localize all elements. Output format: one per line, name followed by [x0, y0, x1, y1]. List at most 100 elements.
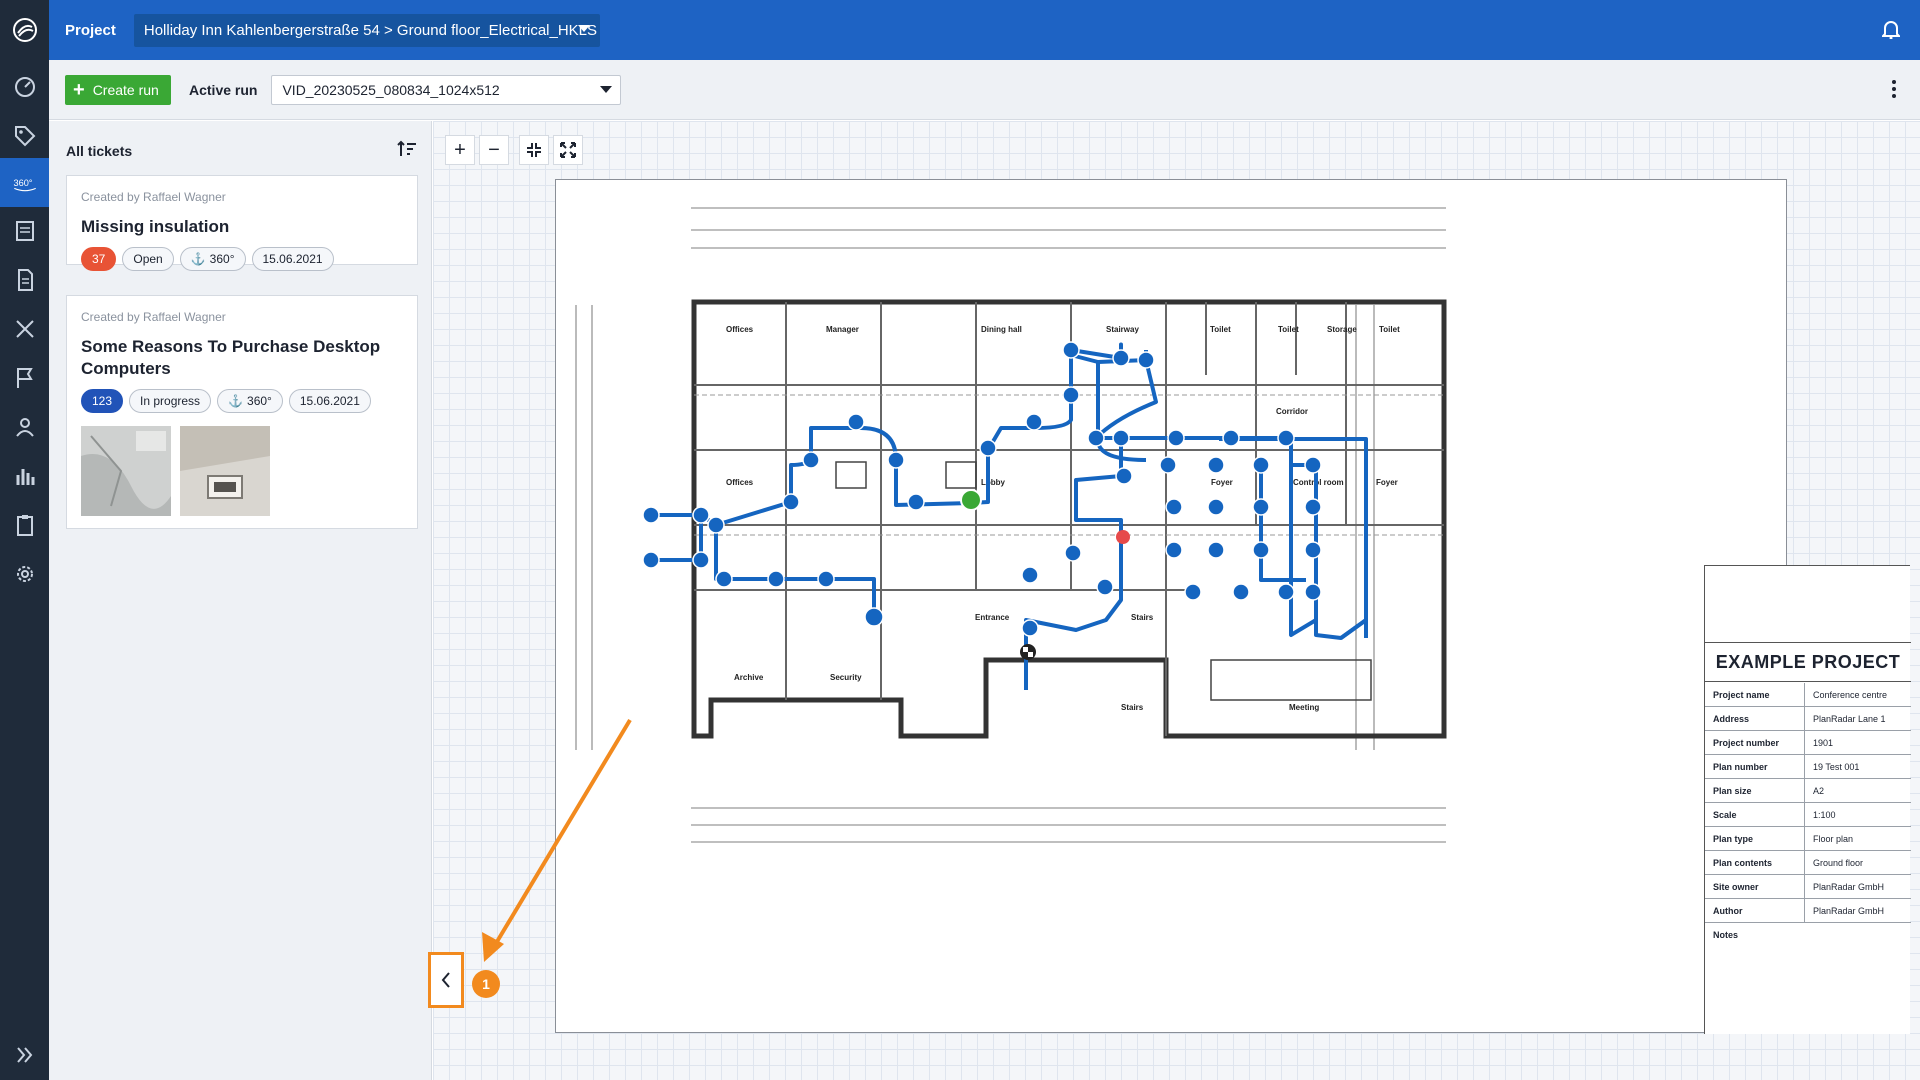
date-badge: 15.06.2021 [288, 389, 371, 413]
current-position-marker [960, 489, 982, 511]
rail-tickets[interactable] [0, 111, 49, 160]
rail-reports[interactable] [0, 500, 49, 549]
room-label: Toilet [1379, 325, 1400, 334]
title-block-row: Author PlanRadar GmbH [1705, 898, 1911, 923]
plus-icon: + [454, 138, 466, 161]
expand-sidebar-button[interactable] [0, 1040, 49, 1070]
user-icon [15, 417, 34, 437]
create-run-label: Create run [92, 81, 159, 98]
room-label: Dining hall [981, 325, 1022, 334]
rail-plans[interactable] [0, 206, 49, 255]
finish-marker [1020, 644, 1036, 660]
ticket-creator: Created by Raffael Wagner [81, 190, 226, 204]
title-block: EXAMPLE PROJECT Project name Conference c… [1704, 565, 1911, 1034]
status-badge: Open [122, 247, 174, 271]
document-icon [17, 268, 33, 291]
project-heading: EXAMPLE PROJECT [1705, 642, 1911, 682]
room-label: Lobby [981, 478, 1006, 487]
fullscreen-button[interactable] [553, 135, 583, 165]
room-label: Entrance [975, 613, 1010, 622]
ticket-title: Missing insulation [81, 217, 230, 236]
project-path: Holliday Inn Kahlenbergerstraße 54 > Gro… [143, 21, 598, 39]
room-label: Control room [1293, 478, 1344, 487]
ticket-number-badge: 37 [81, 247, 117, 271]
rail-users[interactable] [0, 402, 49, 451]
bar-chart-icon [16, 468, 34, 485]
ticket-type-label: 360° [247, 394, 272, 408]
room-label: Corridor [1276, 407, 1308, 416]
tools-icon [15, 319, 34, 338]
top-bar: Project Holliday Inn Kahlenbergerstraße … [49, 0, 1920, 60]
step-badge: 1 [472, 970, 500, 998]
sort-icon[interactable] [397, 140, 417, 158]
plan-viewer[interactable]: + − Offices Manager Dining hall Stairway… [433, 121, 1920, 1080]
flag-map-icon [16, 367, 33, 388]
ticket-card[interactable]: Created by Raffael Wagner Some Reasons T… [66, 295, 418, 529]
room-label: Offices [726, 478, 754, 487]
room-label: Meeting [1289, 703, 1319, 712]
zoom-out-button[interactable]: − [479, 135, 509, 165]
room-label: Stairs [1131, 613, 1154, 622]
room-label: Storage [1327, 325, 1357, 334]
ticket-photo[interactable] [180, 426, 270, 516]
fit-screen-button[interactable] [519, 135, 549, 165]
ticket-chips: 37 Open ⚓ 360° 15.06.2021 [81, 247, 334, 271]
project-select[interactable]: Holliday Inn Kahlenbergerstraße 54 > Gro… [133, 13, 600, 47]
tickets-panel: All tickets Created by Raffael Wagner Mi… [49, 121, 432, 1080]
ticket-type-badge: ⚓ 360° [179, 247, 246, 271]
create-run-button[interactable]: + Create run [65, 74, 171, 105]
room-label: Offices [726, 325, 754, 334]
bell-icon[interactable] [1882, 19, 1900, 39]
chevron-left-icon [441, 972, 450, 988]
title-block-row: Address PlanRadar Lane 1 [1705, 706, 1911, 731]
anchor-icon: ⚓ [228, 394, 244, 408]
title-block-row: Project name Conference centre [1705, 682, 1911, 707]
collapse-panel-button[interactable] [428, 952, 464, 1008]
app-logo[interactable] [0, 0, 49, 60]
title-block-row: Project number 1901 [1705, 730, 1911, 755]
active-run-select[interactable]: VID_20230525_080834_1024x512 [271, 74, 622, 105]
status-badge: In progress [129, 389, 212, 413]
ticket-type-label: 360° [209, 252, 235, 266]
rail-statistics[interactable] [0, 451, 49, 500]
room-label: Foyer [1376, 478, 1398, 487]
rail-map[interactable] [0, 353, 49, 402]
chevron-down-icon [577, 24, 590, 32]
project-label: Project [65, 21, 116, 39]
plan-sheet: Offices Manager Dining hall Stairway Toi… [555, 179, 1911, 1034]
floor-plan-drawing: Offices Manager Dining hall Stairway Toi… [575, 207, 1447, 843]
title-block-row: Site owner PlanRadar GmbH [1705, 874, 1911, 899]
more-options-icon[interactable] [1892, 80, 1896, 101]
room-label: Stairs [1121, 703, 1144, 712]
room-label: Security [830, 673, 862, 682]
active-run-value: VID_20230525_080834_1024x512 [282, 81, 500, 98]
zoom-toolbar: + − [445, 135, 583, 165]
ticket-title: Some Reasons To Purchase Desktop Compute… [81, 337, 381, 378]
plan-icon [15, 220, 34, 241]
title-block-row: Notes [1713, 930, 1739, 940]
date-badge: 15.06.2021 [251, 247, 334, 271]
zoom-in-button[interactable]: + [445, 135, 475, 165]
gear-icon [16, 565, 33, 582]
rail-documents[interactable] [0, 255, 49, 304]
gauge-icon [14, 76, 35, 97]
room-label: Toilet [1278, 325, 1299, 334]
ticket-chips: 123 In progress ⚓ 360° 15.06.2021 [81, 389, 371, 413]
run-toolbar: + Create run Active run VID_20230525_080… [49, 60, 1920, 120]
title-block-row: Plan contents Ground floor [1705, 850, 1911, 875]
clipboard-icon [16, 514, 33, 536]
rail-360[interactable]: 360° [0, 158, 49, 207]
anchor-icon: ⚓ [190, 252, 206, 266]
double-chevron-right-icon [16, 1047, 32, 1063]
room-label: Toilet [1210, 325, 1231, 334]
rail-tools[interactable] [0, 304, 49, 353]
room-label: Stairway [1106, 325, 1139, 334]
ticket-photo[interactable] [81, 426, 171, 516]
title-block-row: Scale 1:100 [1705, 802, 1911, 827]
title-block-row: Plan number 19 Test 001 [1705, 754, 1911, 779]
rail-settings[interactable] [0, 549, 49, 598]
ticket-card[interactable]: Created by Raffael Wagner Missing insula… [66, 175, 418, 271]
panel-title: All tickets [66, 143, 133, 159]
collapse-icon [527, 143, 541, 157]
rail-dashboard[interactable] [0, 62, 49, 111]
